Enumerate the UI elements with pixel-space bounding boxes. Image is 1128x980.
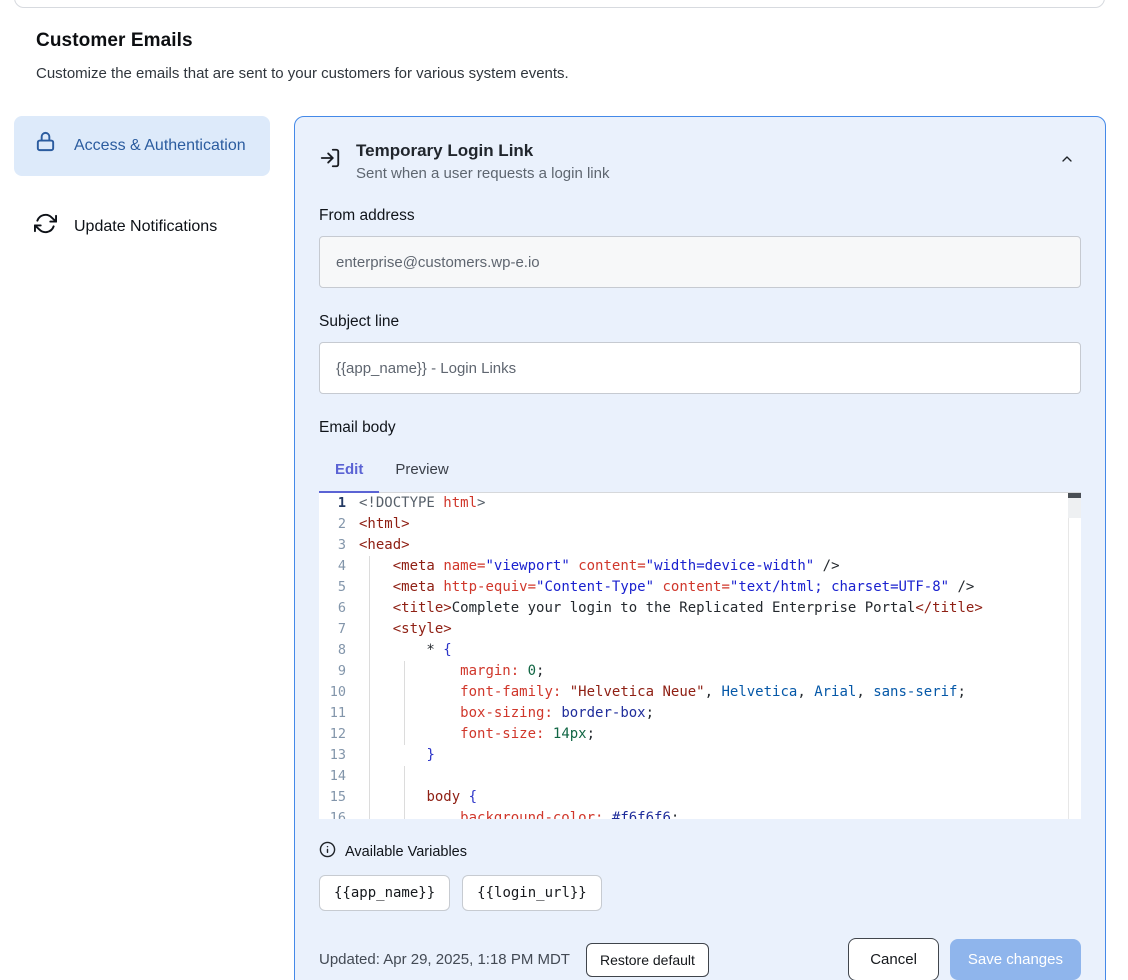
- code-line: 12 font-size: 14px;: [319, 724, 1081, 745]
- subject-line-input[interactable]: [319, 342, 1081, 394]
- line-number: 8: [319, 640, 357, 661]
- collapse-button[interactable]: [1053, 145, 1081, 176]
- code-line: 11 box-sizing: border-box;: [319, 703, 1081, 724]
- indent-guide: [369, 640, 370, 661]
- sidebar-item-label: Access & Authentication: [74, 134, 246, 159]
- sidebar-item-label: Update Notifications: [74, 215, 217, 240]
- code-line: 16 background-color: #f6f6f6;: [319, 808, 1081, 819]
- indent-guide: [404, 682, 405, 703]
- line-number: 16: [319, 808, 357, 819]
- variable-chip-login_url[interactable]: {{login_url}}: [462, 875, 602, 911]
- page-title: Customer Emails: [36, 30, 1128, 52]
- scrollbar-thumb[interactable]: [1068, 493, 1081, 498]
- cancel-button[interactable]: Cancel: [848, 938, 939, 980]
- refresh-icon: [34, 212, 57, 244]
- chevron-up-icon: [1059, 155, 1075, 170]
- panel-title: Temporary Login Link: [356, 141, 1038, 161]
- variable-chip-app_name[interactable]: {{app_name}}: [319, 875, 450, 911]
- indent-guide: [369, 703, 370, 724]
- code-line: 13 }: [319, 745, 1081, 766]
- page-header: Customer Emails Customize the emails tha…: [0, 0, 1128, 82]
- code-line: 10 font-family: "Helvetica Neue", Helvet…: [319, 682, 1081, 703]
- line-number: 4: [319, 556, 357, 577]
- indent-guide: [369, 787, 370, 808]
- sidebar: Access & Authentication Update Notificati…: [14, 116, 270, 980]
- indent-guide: [404, 766, 405, 787]
- variable-chips: {{app_name}} {{login_url}}: [319, 875, 1081, 911]
- code-line: 14: [319, 766, 1081, 787]
- available-variables-label: Available Variables: [345, 844, 467, 860]
- indent-guide: [404, 703, 405, 724]
- code-line: 6 <title>Complete your login to the Repl…: [319, 598, 1081, 619]
- code-line: 2<html>: [319, 514, 1081, 535]
- previous-card-bottom-edge: [14, 0, 1105, 8]
- indent-guide: [404, 787, 405, 808]
- line-number: 6: [319, 598, 357, 619]
- tab-preview[interactable]: Preview: [379, 453, 464, 494]
- indent-guide: [369, 598, 370, 619]
- indent-guide: [404, 808, 405, 819]
- info-icon: [319, 841, 336, 863]
- tab-edit[interactable]: Edit: [319, 453, 379, 494]
- indent-guide: [369, 745, 370, 766]
- line-number: 3: [319, 535, 357, 556]
- line-number: 7: [319, 619, 357, 640]
- lock-icon: [34, 130, 57, 162]
- panel-header: Temporary Login Link Sent when a user re…: [319, 141, 1081, 182]
- line-number: 15: [319, 787, 357, 808]
- sidebar-item-access-authentication[interactable]: Access & Authentication: [14, 116, 270, 176]
- code-line: 15 body {: [319, 787, 1081, 808]
- panel-subtitle: Sent when a user requests a login link: [356, 165, 1038, 182]
- code-line: 8 * {: [319, 640, 1081, 661]
- indent-guide: [369, 808, 370, 819]
- page-subtitle: Customize the emails that are sent to yo…: [36, 65, 1128, 82]
- code-line: 7 <style>: [319, 619, 1081, 640]
- indent-guide: [369, 724, 370, 745]
- indent-guide: [369, 619, 370, 640]
- code-line: 4 <meta name="viewport" content="width=d…: [319, 556, 1081, 577]
- code-line: 9 margin: 0;: [319, 661, 1081, 682]
- restore-default-button[interactable]: Restore default: [586, 943, 709, 977]
- indent-guide: [404, 661, 405, 682]
- line-number: 5: [319, 577, 357, 598]
- email-body-label: Email body: [319, 419, 1081, 437]
- indent-guide: [404, 724, 405, 745]
- editor-scrollbar[interactable]: [1068, 493, 1081, 819]
- code-line: 1<!DOCTYPE html>: [319, 493, 1081, 514]
- line-number: 10: [319, 682, 357, 703]
- line-number: 1: [319, 493, 357, 514]
- line-number: 12: [319, 724, 357, 745]
- from-address-input[interactable]: [319, 236, 1081, 288]
- email-settings-panel: Temporary Login Link Sent when a user re…: [294, 116, 1106, 980]
- save-changes-button[interactable]: Save changes: [950, 939, 1081, 980]
- line-number: 2: [319, 514, 357, 535]
- panel-footer: Updated: Apr 29, 2025, 1:18 PM MDT Resto…: [319, 938, 1081, 980]
- indent-guide: [369, 661, 370, 682]
- indent-guide: [369, 556, 370, 577]
- code-line: 5 <meta http-equiv="Content-Type" conten…: [319, 577, 1081, 598]
- code-line: 3<head>: [319, 535, 1081, 556]
- updated-timestamp: Updated: Apr 29, 2025, 1:18 PM MDT: [319, 951, 570, 968]
- indent-guide: [369, 766, 370, 787]
- line-number: 13: [319, 745, 357, 766]
- editor-tabs: EditPreview: [319, 453, 1081, 493]
- line-number: 9: [319, 661, 357, 682]
- line-number: 14: [319, 766, 357, 787]
- indent-guide: [369, 682, 370, 703]
- indent-guide: [369, 577, 370, 598]
- email-body-code-editor[interactable]: 1<!DOCTYPE html>2<html>3<head>4 <meta na…: [319, 493, 1081, 819]
- line-number: 11: [319, 703, 357, 724]
- login-link-icon: [319, 147, 341, 174]
- sidebar-item-update-notifications[interactable]: Update Notifications: [14, 198, 270, 258]
- subject-line-label: Subject line: [319, 313, 1081, 331]
- from-address-label: From address: [319, 207, 1081, 225]
